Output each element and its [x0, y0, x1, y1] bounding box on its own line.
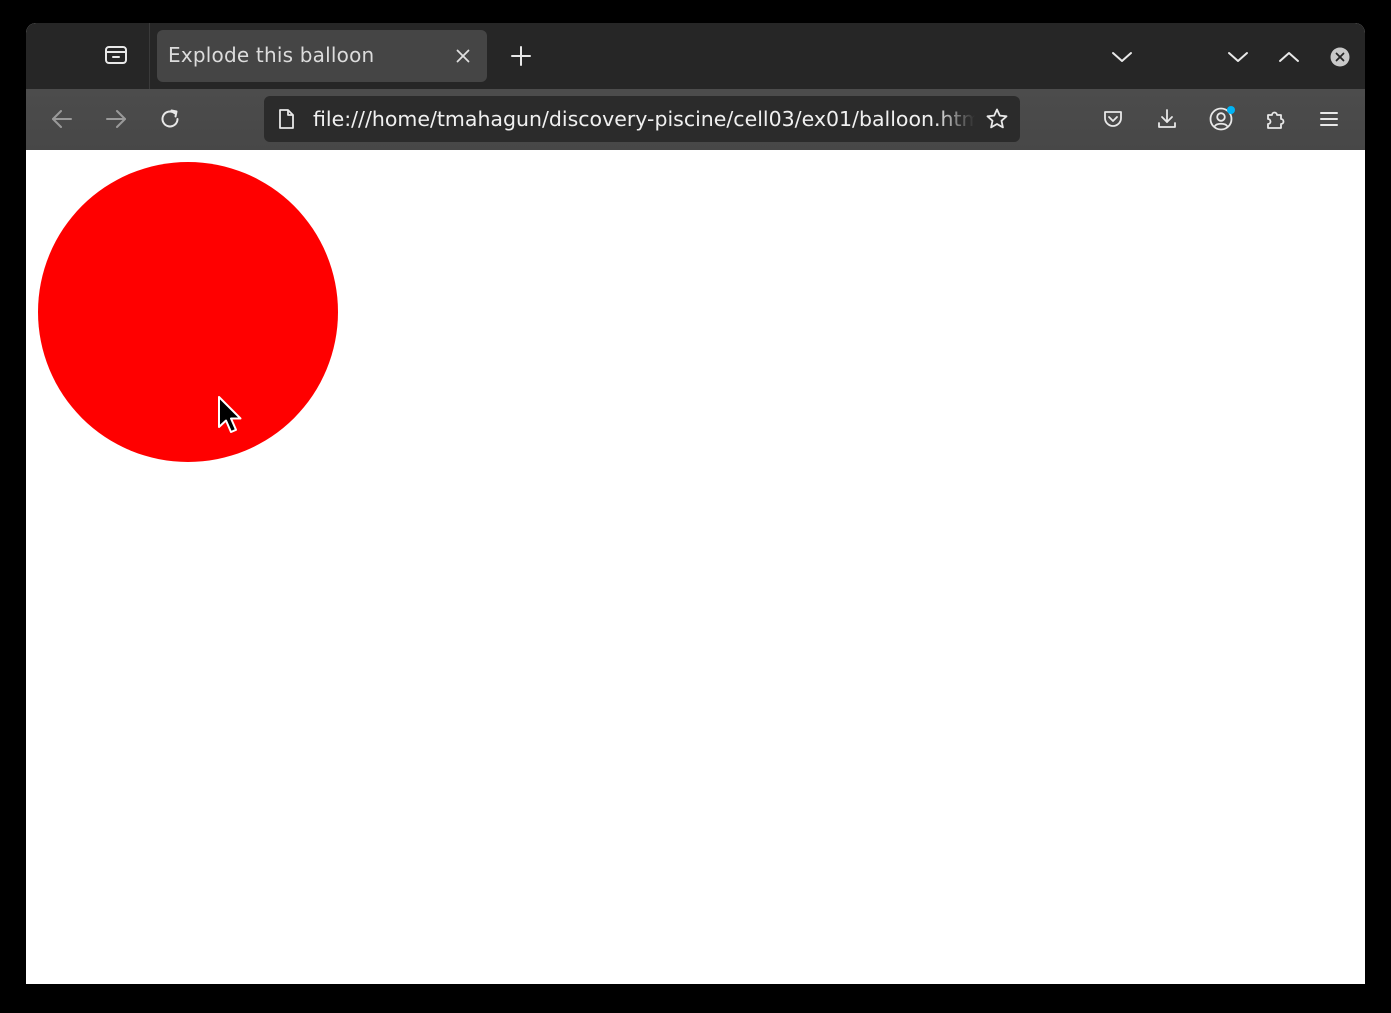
minimize-button[interactable]: [1222, 41, 1254, 73]
back-arrow-icon: [52, 110, 72, 128]
close-icon: [456, 49, 470, 63]
extensions-button[interactable]: [1258, 101, 1294, 137]
url-bar[interactable]: file:///home/tmahagun/discovery-piscine/…: [264, 96, 1020, 142]
download-icon: [1158, 109, 1176, 128]
forward-button[interactable]: [98, 101, 134, 137]
firefox-view-icon: [103, 43, 129, 71]
pocket-button[interactable]: [1095, 101, 1131, 137]
tab-close-button[interactable]: [451, 44, 475, 68]
forward-arrow-icon: [106, 110, 126, 128]
account-badge: [1227, 106, 1235, 114]
balloon[interactable]: [38, 162, 338, 462]
tab-title: Explode this balloon: [168, 43, 375, 67]
downloads-button[interactable]: [1149, 101, 1185, 137]
star-icon: [986, 108, 1008, 129]
page-content: [26, 150, 1365, 984]
hamburger-menu-icon: [1320, 112, 1338, 126]
puzzle-icon: [1267, 111, 1285, 129]
firefox-view-button[interactable]: [98, 41, 134, 73]
reload-button[interactable]: [152, 101, 188, 137]
minimize-icon: [1228, 52, 1248, 62]
new-tab-button[interactable]: [504, 39, 538, 73]
window-close-icon: [1330, 47, 1350, 67]
window-close-button[interactable]: [1324, 41, 1356, 73]
list-all-tabs-button[interactable]: [1106, 41, 1138, 73]
account-button[interactable]: [1203, 101, 1239, 137]
pocket-icon: [1104, 111, 1122, 127]
browser-window: Explode this balloon file:///home/tmahag…: [26, 23, 1365, 984]
back-button[interactable]: [44, 101, 80, 137]
maximize-icon: [1279, 52, 1299, 62]
tab-separator: [149, 23, 150, 89]
nav-toolbar: file:///home/tmahagun/discovery-piscine/…: [26, 89, 1365, 151]
tab-bar: Explode this balloon: [26, 23, 1365, 89]
tab-active[interactable]: Explode this balloon: [157, 30, 487, 82]
page-icon: [274, 107, 298, 131]
bookmark-button[interactable]: [984, 106, 1010, 132]
app-menu-button[interactable]: [1311, 101, 1347, 137]
chevron-down-icon: [1112, 52, 1132, 62]
url-text[interactable]: file:///home/tmahagun/discovery-piscine/…: [313, 107, 975, 131]
maximize-button[interactable]: [1273, 41, 1305, 73]
reload-icon: [161, 109, 179, 128]
plus-icon: [511, 46, 531, 66]
